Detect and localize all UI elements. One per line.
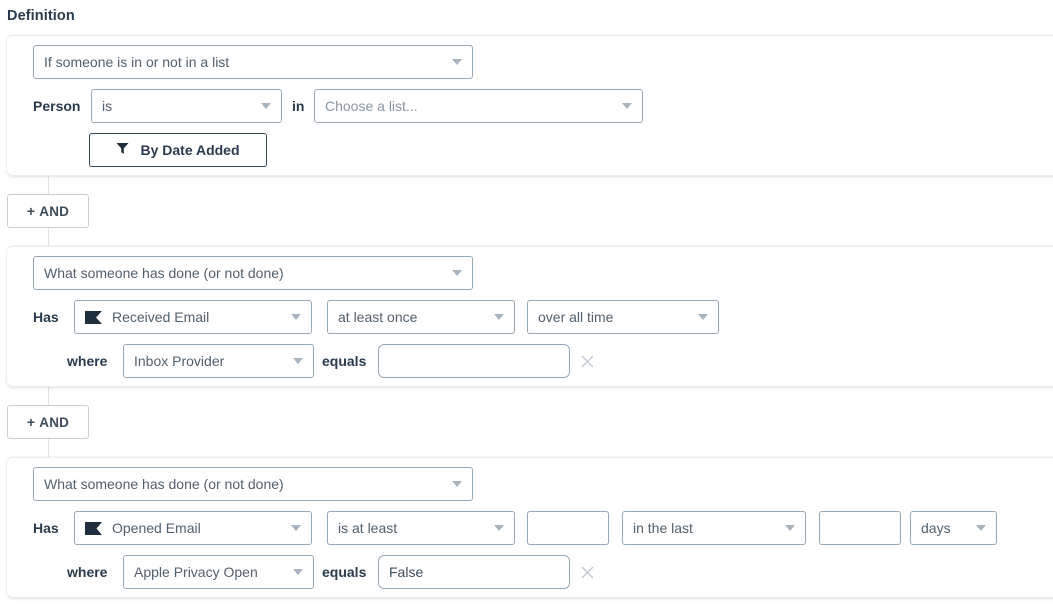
metric-select-2-value: Received Email <box>112 309 283 325</box>
plus-icon: + <box>27 203 35 219</box>
where-property-select-2-value: Inbox Provider <box>134 353 285 369</box>
count-value-input-3[interactable] <box>527 511 609 545</box>
connector-line-bottom-2 <box>48 439 49 458</box>
timeframe-select-3-value: in the last <box>633 520 777 536</box>
connector-line-top-2 <box>48 387 49 406</box>
frequency-select-2[interactable]: at least once <box>327 300 515 334</box>
chevron-down-icon <box>452 481 462 487</box>
timeframe-select-3[interactable]: in the last <box>622 511 806 545</box>
add-and-condition-label-2: AND <box>39 415 69 430</box>
condition-type-select-2[interactable]: What someone has done (or not done) <box>33 256 473 290</box>
chevron-down-icon <box>698 314 708 320</box>
frequency-select-2-value: at least once <box>338 309 486 325</box>
chevron-down-icon <box>452 270 462 276</box>
email-icon <box>85 311 102 324</box>
condition-type-select-3-value: What someone has done (or not done) <box>44 476 444 492</box>
condition-type-select-3[interactable]: What someone has done (or not done) <box>33 467 473 501</box>
add-and-condition-label-1: AND <box>39 204 69 219</box>
add-and-condition-button-1[interactable]: + AND <box>7 194 89 228</box>
plus-icon: + <box>27 414 35 430</box>
has-label-3: Has <box>33 511 59 545</box>
where-property-select-3[interactable]: Apple Privacy Open <box>123 555 314 589</box>
connector-line-bottom-1 <box>48 228 49 247</box>
equals-label-2: equals <box>322 344 366 378</box>
frequency-select-3[interactable]: is at least <box>327 511 515 545</box>
where-label-3: where <box>67 555 107 589</box>
condition-type-select-1-value: If someone is in or not in a list <box>44 54 444 70</box>
has-label-2: Has <box>33 300 59 334</box>
condition-type-select-2-value: What someone has done (or not done) <box>44 265 444 281</box>
by-date-added-button[interactable]: By Date Added <box>89 133 267 167</box>
time-unit-select-3[interactable]: days <box>910 511 997 545</box>
equals-label-3: equals <box>322 555 366 589</box>
window-value-input-3[interactable] <box>819 511 901 545</box>
chevron-down-icon <box>293 569 303 575</box>
time-unit-select-3-value: days <box>921 520 968 536</box>
close-icon[interactable] <box>578 344 596 378</box>
where-property-select-2[interactable]: Inbox Provider <box>123 344 314 378</box>
connector-line-top-1 <box>48 176 49 195</box>
add-and-condition-button-2[interactable]: + AND <box>7 405 89 439</box>
person-joiner-label: in <box>292 89 304 123</box>
condition-type-select-1[interactable]: If someone is in or not in a list <box>33 45 473 79</box>
by-date-added-label: By Date Added <box>140 142 239 158</box>
frequency-select-3-value: is at least <box>338 520 486 536</box>
where-property-select-3-value: Apple Privacy Open <box>134 564 285 580</box>
chevron-down-icon <box>261 103 271 109</box>
chevron-down-icon <box>293 358 303 364</box>
metric-select-2[interactable]: Received Email <box>74 300 312 334</box>
chevron-down-icon <box>291 314 301 320</box>
close-icon[interactable] <box>578 555 596 589</box>
list-select[interactable]: Choose a list... <box>314 89 643 123</box>
chevron-down-icon <box>291 525 301 531</box>
timeframe-select-2-value: over all time <box>538 309 690 325</box>
metric-select-3-value: Opened Email <box>112 520 283 536</box>
list-select-value: Choose a list... <box>325 98 614 114</box>
chevron-down-icon <box>494 314 504 320</box>
chevron-down-icon <box>785 525 795 531</box>
equals-value-input-3[interactable]: False <box>378 555 570 589</box>
where-label-2: where <box>67 344 107 378</box>
chevron-down-icon <box>976 525 986 531</box>
equals-value-input-2[interactable] <box>378 344 570 378</box>
person-operator-value: is <box>102 98 253 114</box>
person-operator-select[interactable]: is <box>91 89 282 123</box>
chevron-down-icon <box>494 525 504 531</box>
person-label: Person <box>33 89 80 123</box>
funnel-icon <box>116 142 129 158</box>
chevron-down-icon <box>622 103 632 109</box>
chevron-down-icon <box>452 59 462 65</box>
metric-select-3[interactable]: Opened Email <box>74 511 312 545</box>
definition-builder: Definition If someone is in or not in a … <box>0 0 1053 607</box>
email-icon <box>85 522 102 535</box>
page-title: Definition <box>7 7 75 25</box>
timeframe-select-2[interactable]: over all time <box>527 300 719 334</box>
